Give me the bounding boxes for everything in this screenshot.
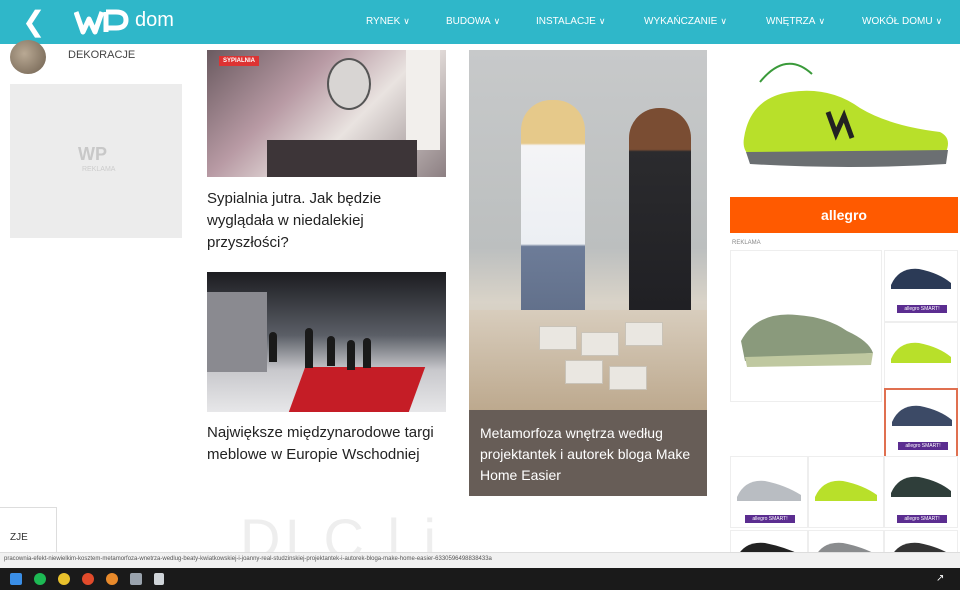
- nav-item-wnetrza[interactable]: WNĘTRZA ∨: [766, 16, 825, 27]
- shoe-image: [815, 480, 877, 501]
- status-url: pracownia-efekt-niewielkim-kosztem-metam…: [4, 556, 492, 562]
- curtain: [406, 50, 440, 150]
- person: [327, 336, 335, 366]
- chrome-icon[interactable]: [58, 573, 70, 585]
- shoe-image: [891, 476, 951, 497]
- nav-item-instalacje[interactable]: INSTALACJE ∨: [536, 16, 605, 27]
- allegro-smart-badge: allegro SMART!: [897, 305, 947, 313]
- section-tab[interactable]: ZJE: [0, 507, 57, 555]
- nav-label: WOKÓŁ DOMU: [862, 16, 933, 27]
- spotify-icon[interactable]: [34, 573, 46, 585]
- allegro-smart-badge: allegro SMART!: [745, 515, 795, 523]
- article-title[interactable]: Metamorfoza wnętrza według projektantek …: [480, 423, 702, 486]
- product-tile[interactable]: allegro SMART!: [884, 250, 958, 322]
- nav-label: WNĘTRZA: [766, 16, 816, 27]
- nav-item-budowa[interactable]: BUDOWA ∨: [446, 16, 500, 27]
- person: [305, 328, 313, 368]
- shoe-image: [737, 480, 801, 501]
- article-title[interactable]: Sypialnia jutra. Jak będzie wyglądała w …: [207, 188, 427, 254]
- person: [347, 340, 355, 370]
- article-image-bedroom[interactable]: SYPIALNIA: [207, 50, 446, 177]
- chevron-left-icon[interactable]: ❮: [22, 8, 46, 36]
- allegro-smart-badge: allegro SMART!: [898, 442, 948, 450]
- product-tile[interactable]: [884, 322, 958, 390]
- chevron-down-icon: ∨: [720, 16, 727, 26]
- person: [269, 332, 277, 362]
- red-carpet: [288, 367, 426, 412]
- nav-label: INSTALACJE: [536, 16, 596, 27]
- product-tile[interactable]: [808, 456, 884, 528]
- chevron-down-icon: ∨: [935, 16, 943, 26]
- nav-label: WYKAŃCZANIE: [644, 16, 718, 27]
- wp-logo-icon: WP: [78, 144, 107, 164]
- allegro-smart-badge: allegro SMART!: [897, 515, 947, 523]
- bed: [267, 140, 417, 177]
- exhibit-wall: [207, 292, 267, 372]
- nav-label: RYNEK: [366, 16, 401, 27]
- ad-placeholder[interactable]: WP REKLAMA: [10, 84, 182, 238]
- category-label[interactable]: DEKORACJE: [68, 49, 135, 61]
- category-badge: SYPIALNIA: [219, 56, 260, 66]
- app-icon[interactable]: [130, 573, 142, 585]
- status-bar: pracownia-efekt-niewielkim-kosztem-metam…: [0, 552, 960, 569]
- file-explorer-icon[interactable]: [10, 573, 22, 585]
- product-tile[interactable]: allegro SMART!: [730, 456, 808, 528]
- article-image-designers[interactable]: [469, 50, 707, 410]
- wp-logo-icon[interactable]: [74, 9, 132, 35]
- section-tab-label: ZJE: [10, 532, 28, 543]
- ad-label: REKLAMA: [82, 166, 116, 173]
- article-image-fair[interactable]: [207, 272, 446, 412]
- mirror: [327, 58, 371, 110]
- sample-card: [625, 322, 663, 346]
- nav-item-wokol-domu[interactable]: WOKÓŁ DOMU ∨: [862, 16, 942, 27]
- article-caption[interactable]: Metamorfoza wnętrza według projektantek …: [469, 410, 707, 496]
- logo-text[interactable]: dom: [135, 9, 174, 32]
- allegro-banner[interactable]: allegro: [730, 197, 958, 233]
- chevron-down-icon: ∨: [598, 16, 606, 26]
- ad-label: REKLAMA: [732, 240, 761, 246]
- sample-card: [609, 366, 647, 390]
- sample-card: [539, 326, 577, 350]
- article-title[interactable]: Największe międzynarodowe targi meblowe …: [207, 422, 437, 466]
- nav-item-rynek[interactable]: RYNEK ∨: [366, 16, 410, 27]
- opera-icon[interactable]: [82, 573, 94, 585]
- calculator-icon[interactable]: [154, 573, 164, 585]
- chevron-down-icon: ∨: [493, 16, 501, 26]
- sample-card: [565, 360, 603, 384]
- shoe-image: [891, 268, 951, 289]
- taskbar: ↗: [0, 568, 960, 590]
- shoe-image: [741, 314, 873, 367]
- product-grid: allegro SMART! allegro SMART! allegro SM…: [730, 250, 958, 568]
- person: [629, 108, 691, 338]
- nav-item-wykanczanie[interactable]: WYKAŃCZANIE ∨: [644, 16, 727, 27]
- sample-card: [581, 332, 619, 356]
- person: [521, 100, 585, 340]
- person: [363, 338, 371, 368]
- product-tile[interactable]: [730, 250, 882, 402]
- chevron-down-icon: ∨: [818, 16, 826, 26]
- category-avatar[interactable]: [10, 40, 46, 74]
- chevron-down-icon: ∨: [403, 16, 410, 26]
- shoe-image: [892, 405, 952, 426]
- shoe-image: [891, 342, 951, 363]
- user-icon[interactable]: ↗: [936, 573, 948, 585]
- nav-label: BUDOWA: [446, 16, 491, 27]
- top-navigation-bar: ❮ dom RYNEK ∨ BUDOWA ∨ INSTALACJE ∨ WYKAŃCZ…: [0, 0, 960, 44]
- product-tile-selected[interactable]: allegro SMART!: [884, 388, 958, 458]
- running-shoe-image[interactable]: [740, 78, 954, 170]
- product-tile[interactable]: allegro SMART!: [884, 456, 958, 528]
- firefox-icon[interactable]: [106, 573, 118, 585]
